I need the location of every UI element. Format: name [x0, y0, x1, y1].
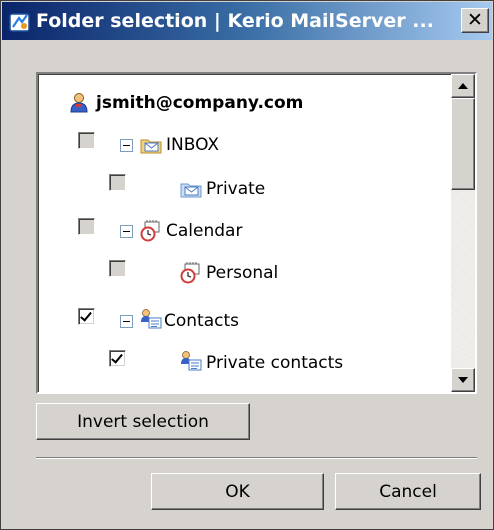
account-label: jsmith@company.com — [96, 93, 304, 113]
title-bar[interactable]: Folder selection | Kerio MailServer ... … — [2, 2, 492, 40]
tree-account-row[interactable]: jsmith@company.com — [38, 88, 448, 118]
scroll-up-button[interactable] — [451, 74, 475, 98]
contacts-checkbox[interactable] — [78, 308, 95, 325]
arrow-up-icon — [458, 83, 468, 89]
mail-folder-icon — [180, 183, 202, 198]
ok-button[interactable]: OK — [151, 473, 324, 510]
arrow-down-icon — [458, 377, 468, 383]
contacts-collapse-toggle[interactable] — [120, 315, 133, 328]
kerio-app-icon — [9, 13, 30, 32]
inbox-collapse-toggle[interactable] — [120, 139, 133, 152]
calendar-icon — [180, 262, 200, 284]
private-contacts-label: Private contacts — [206, 353, 344, 373]
private-label: Private — [206, 179, 266, 199]
mail-folder-icon — [140, 139, 162, 154]
window-title: Folder selection | Kerio MailServer ... — [36, 10, 434, 32]
inbox-checkbox[interactable] — [78, 132, 95, 149]
calendar-collapse-toggle[interactable] — [120, 225, 133, 238]
calendar-icon — [140, 220, 160, 242]
calendar-label: Calendar — [166, 221, 243, 241]
private-contacts-checkbox[interactable] — [109, 350, 126, 367]
tree-item-calendar[interactable]: Calendar — [38, 216, 448, 246]
invert-selection-button[interactable]: Invert selection — [36, 403, 250, 440]
separator — [36, 457, 477, 459]
contacts-icon — [141, 309, 162, 329]
calendar-checkbox[interactable] — [78, 218, 95, 235]
folder-selection-dialog: Folder selection | Kerio MailServer ... … — [0, 0, 494, 530]
tree-item-personal[interactable]: Personal — [38, 258, 448, 288]
scroll-down-button[interactable] — [451, 368, 475, 392]
private-checkbox[interactable] — [109, 174, 126, 191]
tree-item-private[interactable]: Private — [38, 172, 448, 202]
inbox-label: INBOX — [166, 135, 220, 155]
tree-item-inbox[interactable]: INBOX — [38, 130, 448, 160]
cancel-button[interactable]: Cancel — [335, 473, 481, 510]
tree-item-private-contacts[interactable]: Private contacts — [38, 348, 448, 378]
tree-item-contacts[interactable]: Contacts — [38, 306, 448, 336]
scroll-thumb[interactable] — [451, 98, 475, 190]
personal-checkbox[interactable] — [109, 260, 126, 277]
folder-tree[interactable]: jsmith@company.com INBOX Private Calenda… — [36, 72, 477, 394]
personal-label: Personal — [206, 263, 279, 283]
contacts-icon — [181, 351, 202, 371]
close-button[interactable]: ✕ — [461, 8, 489, 33]
vertical-scrollbar[interactable] — [451, 74, 475, 392]
user-icon — [70, 93, 88, 113]
contacts-label: Contacts — [164, 311, 239, 331]
